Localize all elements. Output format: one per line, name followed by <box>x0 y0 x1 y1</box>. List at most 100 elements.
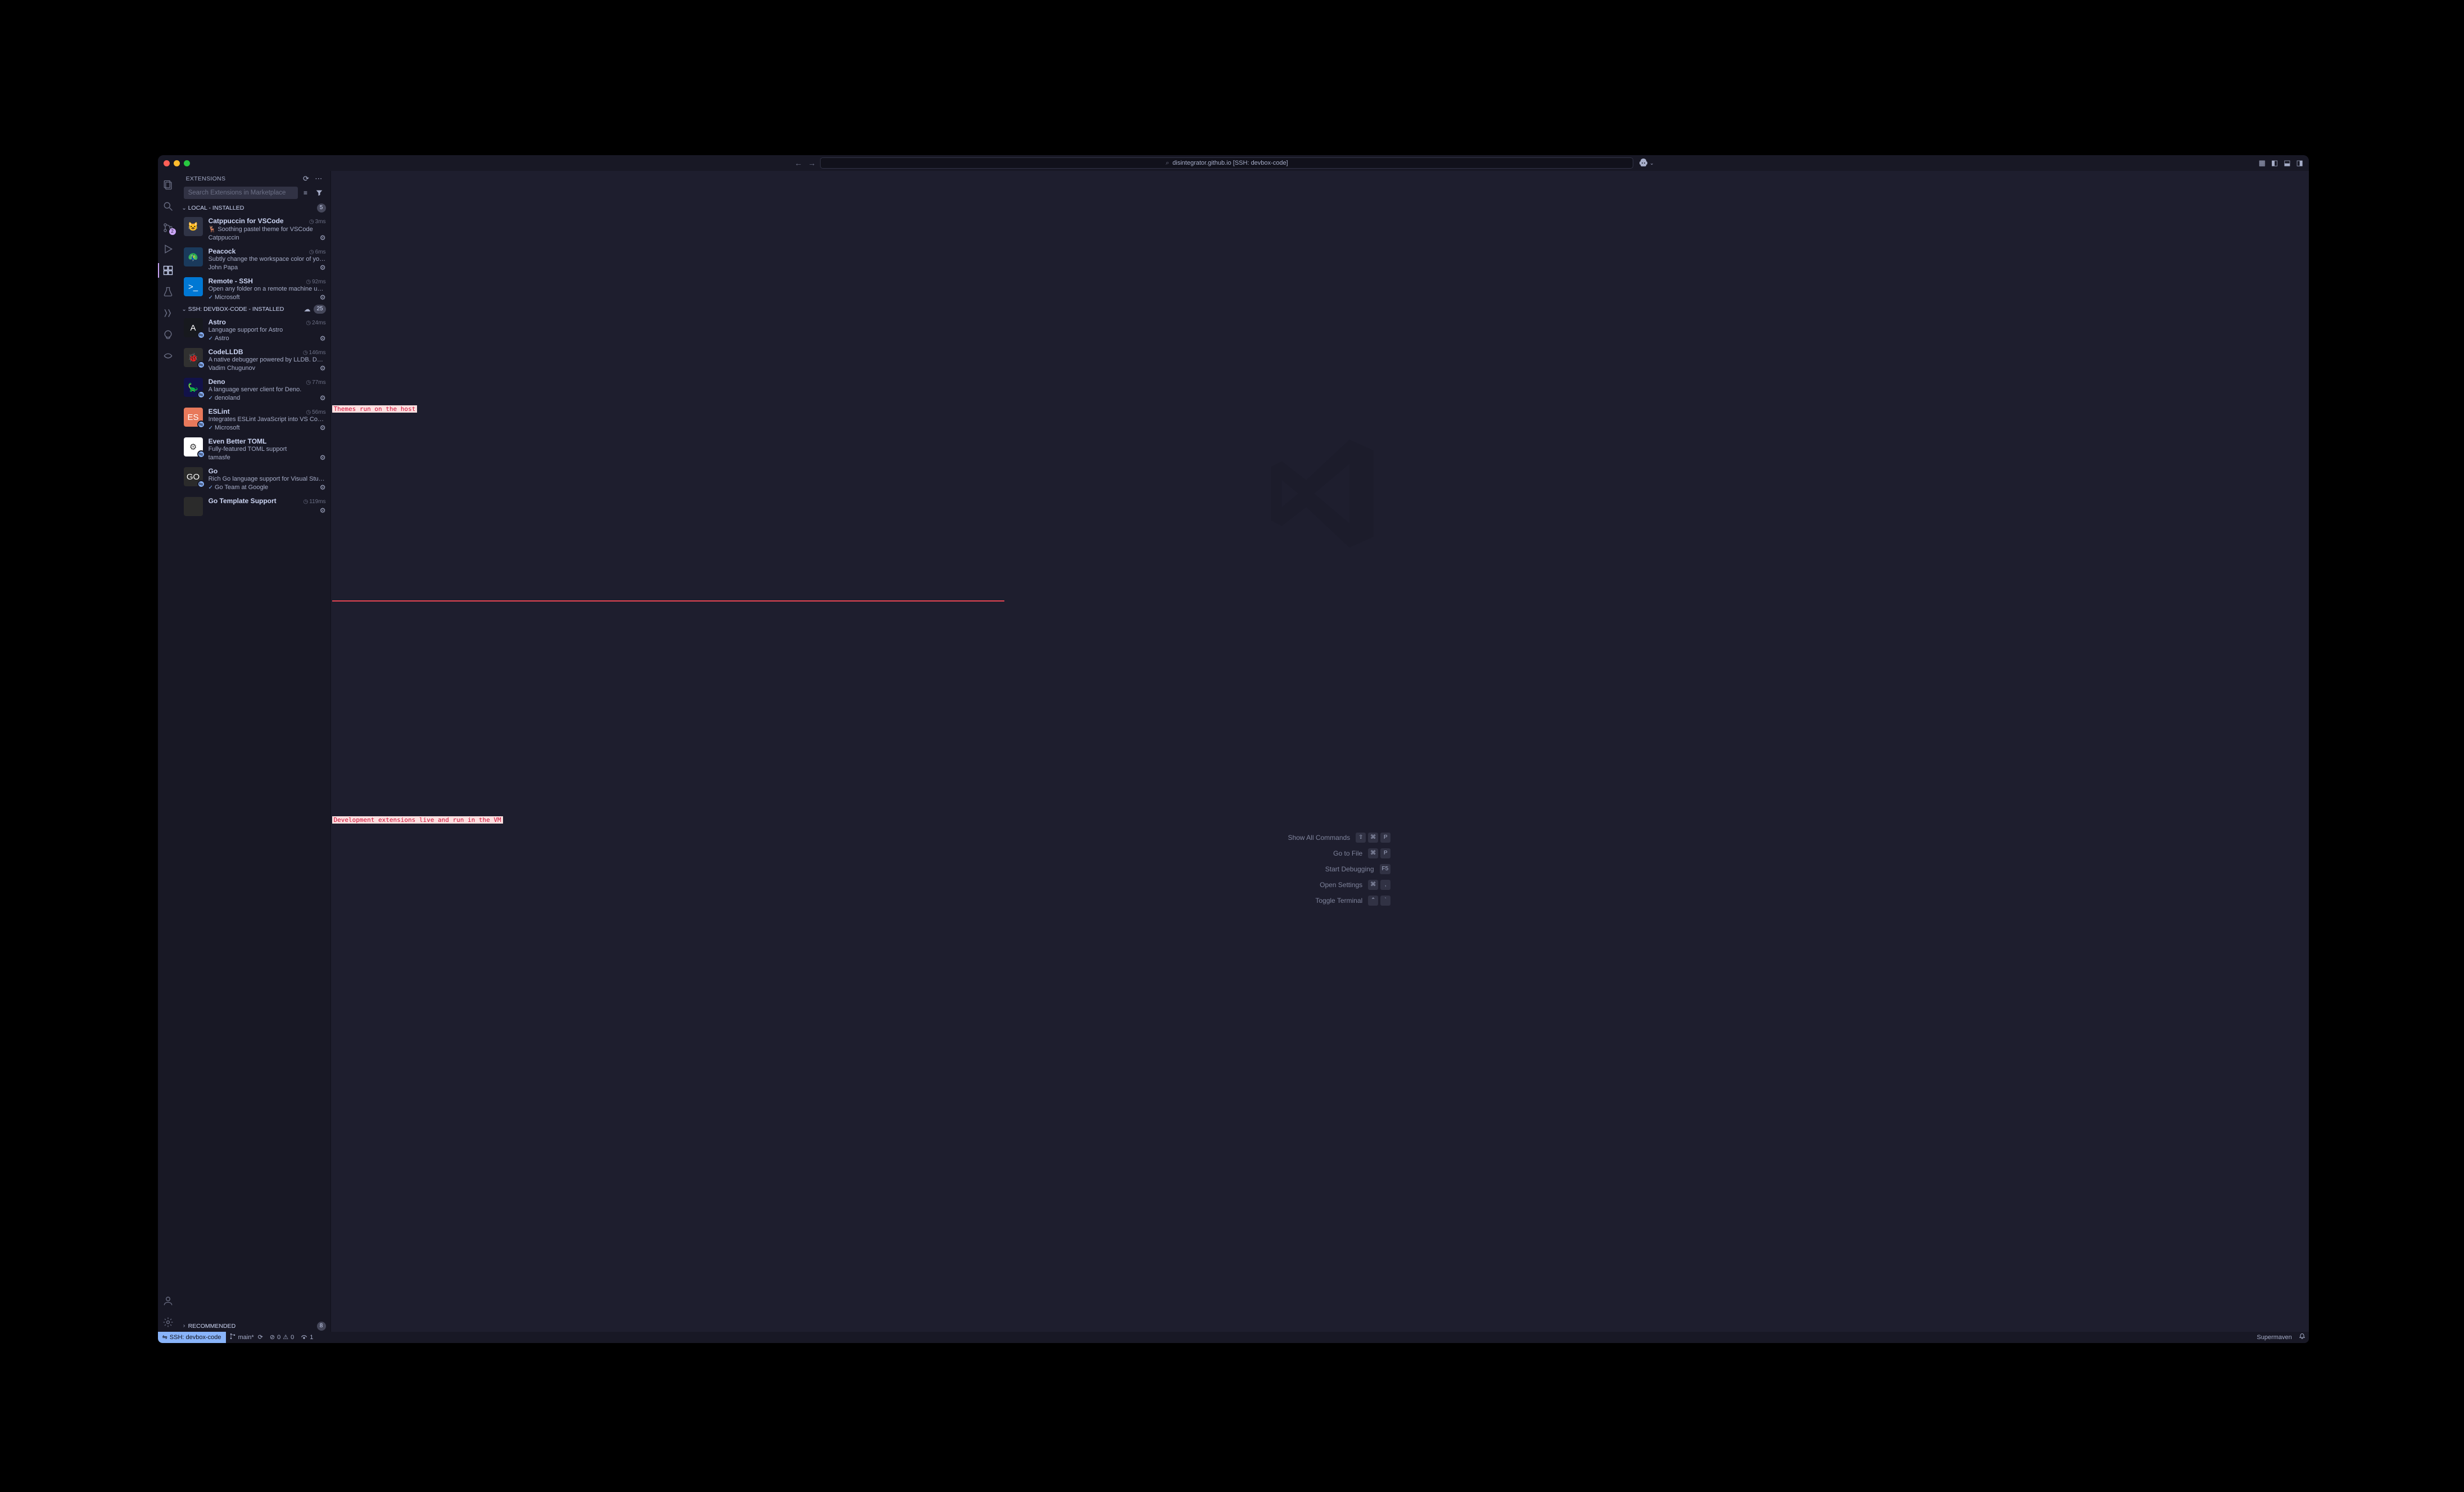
error-icon: ⊘ <box>270 1333 275 1341</box>
remote-indicator-icon: ⇋ <box>197 391 205 399</box>
extension-manage-button[interactable]: ⚙ <box>320 334 326 342</box>
extension-icon: GO⇋ <box>184 467 203 486</box>
local-extensions-list: 😺Catppuccin for VSCode◷3ms🦌 Soothing pas… <box>178 214 330 304</box>
command-center[interactable]: ⌕ disintegrator.github.io [SSH: devbox-c… <box>820 157 1633 169</box>
welcome-shortcut-label: Open Settings <box>1261 881 1362 889</box>
extension-activation-time: ◷6ms <box>309 249 326 255</box>
extension-manage-button[interactable]: ⚙ <box>320 234 326 242</box>
activity-search[interactable] <box>158 197 178 216</box>
status-remote-host[interactable]: ⇋ SSH: devbox-code <box>158 1332 226 1343</box>
annotation-divider-line <box>332 600 1005 602</box>
toggle-panel-icon[interactable]: ⬓ <box>2284 159 2290 168</box>
nav-forward-button[interactable]: → <box>808 159 816 168</box>
status-notifications[interactable] <box>2295 1332 2309 1343</box>
section-recommended[interactable]: › Recommended 8 <box>178 1321 330 1332</box>
extension-activation-time: ◷56ms <box>306 409 325 415</box>
extension-icon: ⚙⇋ <box>184 437 203 456</box>
sidebar-header: Extensions ⟳ ⋯ <box>178 171 330 187</box>
extension-item[interactable]: 😺Catppuccin for VSCode◷3ms🦌 Soothing pas… <box>178 214 330 244</box>
extension-search-input[interactable] <box>184 187 298 199</box>
toggle-secondary-sidebar-icon[interactable]: ◨ <box>2296 159 2303 168</box>
extension-manage-button[interactable]: ⚙ <box>320 507 326 514</box>
extension-publisher: ✓Astro <box>209 335 229 342</box>
layout-controls: ▦ ◧ ⬓ ◨ <box>2259 159 2303 168</box>
extension-manage-button[interactable]: ⚙ <box>320 293 326 301</box>
close-window-button[interactable] <box>164 160 170 166</box>
sync-icon: ⟳ <box>258 1333 263 1341</box>
clear-search-button[interactable]: ≡ <box>300 187 311 199</box>
copilot-menu[interactable]: ⌄ <box>1639 158 1654 169</box>
minimize-window-button[interactable] <box>174 160 180 166</box>
clock-icon: ◷ <box>306 379 311 386</box>
extension-activation-time: ◷146ms <box>303 350 326 356</box>
extension-manage-button[interactable]: ⚙ <box>320 483 326 491</box>
toggle-primary-sidebar-icon[interactable]: ◧ <box>2271 159 2278 168</box>
extension-description: Rich Go language support for Visual Stud… <box>209 476 326 482</box>
maximize-window-button[interactable] <box>184 160 190 166</box>
nav-back-button[interactable]: ← <box>794 159 802 168</box>
extension-item[interactable]: ES⇋ESLint◷56msIntegrates ESLint JavaScri… <box>178 404 330 434</box>
extension-manage-button[interactable]: ⚙ <box>320 424 326 432</box>
extension-item[interactable]: 🦕⇋Deno◷77msA language server client for … <box>178 374 330 404</box>
extension-manage-button[interactable]: ⚙ <box>320 394 326 402</box>
more-actions-button[interactable]: ⋯ <box>315 174 322 183</box>
activity-settings[interactable] <box>158 1313 178 1332</box>
section-local-installed[interactable]: ⌄ Local - Installed 5 <box>178 202 330 214</box>
filter-button[interactable] <box>314 187 325 199</box>
status-supermaven[interactable]: Supermaven <box>2253 1332 2295 1343</box>
status-ports[interactable]: 1 <box>297 1332 316 1343</box>
extension-item[interactable]: >_Remote - SSH◷92msOpen any folder on a … <box>178 274 330 304</box>
activity-custom-3[interactable] <box>158 346 178 365</box>
extension-publisher: John Papa <box>209 264 238 271</box>
extension-icon: >_ <box>184 277 203 296</box>
extension-item[interactable]: Go Template Support◷119ms⚙ <box>178 494 330 518</box>
scm-badge: 2 <box>169 228 176 235</box>
welcome-shortcut-keys: ⇧⌘P <box>1356 833 1390 843</box>
extension-activation-time: ◷3ms <box>309 219 326 225</box>
extension-publisher: Vadim Chugunov <box>209 365 256 372</box>
extension-name: Remote - SSH <box>209 277 253 285</box>
extension-manage-button[interactable]: ⚙ <box>320 364 326 372</box>
keyboard-key: ⌃ <box>1368 896 1378 906</box>
clock-icon: ◷ <box>306 279 311 285</box>
extension-item[interactable]: ⚙⇋Even Better TOMLFully-featured TOML su… <box>178 434 330 464</box>
activity-scm[interactable]: 2 <box>158 218 178 237</box>
extension-name: CodeLLDB <box>209 348 243 356</box>
vscode-watermark <box>1252 426 1387 563</box>
section-remote-installed[interactable]: ⌄ SSH: devbox-code - Installed ☁ 25 <box>178 304 330 315</box>
activity-accounts[interactable] <box>158 1291 178 1310</box>
activity-extensions[interactable] <box>158 261 178 280</box>
activity-custom-2[interactable] <box>158 325 178 344</box>
activity-custom-1[interactable] <box>158 304 178 323</box>
branch-name: main* <box>238 1334 254 1341</box>
welcome-shortcut-label: Toggle Terminal <box>1261 897 1362 905</box>
error-count: 0 <box>277 1334 280 1341</box>
activity-testing[interactable] <box>158 282 178 301</box>
extension-manage-button[interactable]: ⚙ <box>320 454 326 462</box>
welcome-shortcut-label: Start Debugging <box>1273 865 1374 873</box>
extension-activation-time: ◷24ms <box>306 320 325 326</box>
remote-indicator-icon: ⇋ <box>197 361 205 369</box>
activity-run-debug[interactable] <box>158 239 178 259</box>
extension-manage-button[interactable]: ⚙ <box>320 264 326 272</box>
warning-icon: ⚠ <box>283 1333 288 1341</box>
layout-customize-icon[interactable]: ▦ <box>2259 159 2266 168</box>
extension-publisher: ✓Go Team at Google <box>209 484 269 491</box>
extension-icon: 🐞⇋ <box>184 348 203 367</box>
status-branch[interactable]: main* ⟳ <box>226 1332 266 1343</box>
extension-item[interactable]: GO⇋GoRich Go language support for Visual… <box>178 464 330 494</box>
extension-item[interactable]: A⇋Astro◷24msLanguage support for Astro✓A… <box>178 315 330 345</box>
extension-description: Subtly change the workspace color of you… <box>209 256 326 263</box>
extension-icon: 🦕⇋ <box>184 378 203 397</box>
extension-item[interactable]: 🦚Peacock◷6msSubtly change the workspace … <box>178 244 330 274</box>
extension-icon: ES⇋ <box>184 408 203 427</box>
welcome-shortcut-keys: ⌃` <box>1368 896 1390 906</box>
copilot-icon <box>1639 158 1648 169</box>
extension-item[interactable]: 🐞⇋CodeLLDB◷146msA native debugger powere… <box>178 345 330 374</box>
titlebar: ← → ⌕ disintegrator.github.io [SSH: devb… <box>158 155 2309 171</box>
status-problems[interactable]: ⊘ 0 ⚠ 0 <box>266 1332 297 1343</box>
keyboard-key: ⌘ <box>1368 848 1378 858</box>
refresh-extensions-button[interactable]: ⟳ <box>303 174 309 183</box>
activity-explorer[interactable] <box>158 175 178 195</box>
cloud-download-icon[interactable]: ☁ <box>304 305 310 313</box>
